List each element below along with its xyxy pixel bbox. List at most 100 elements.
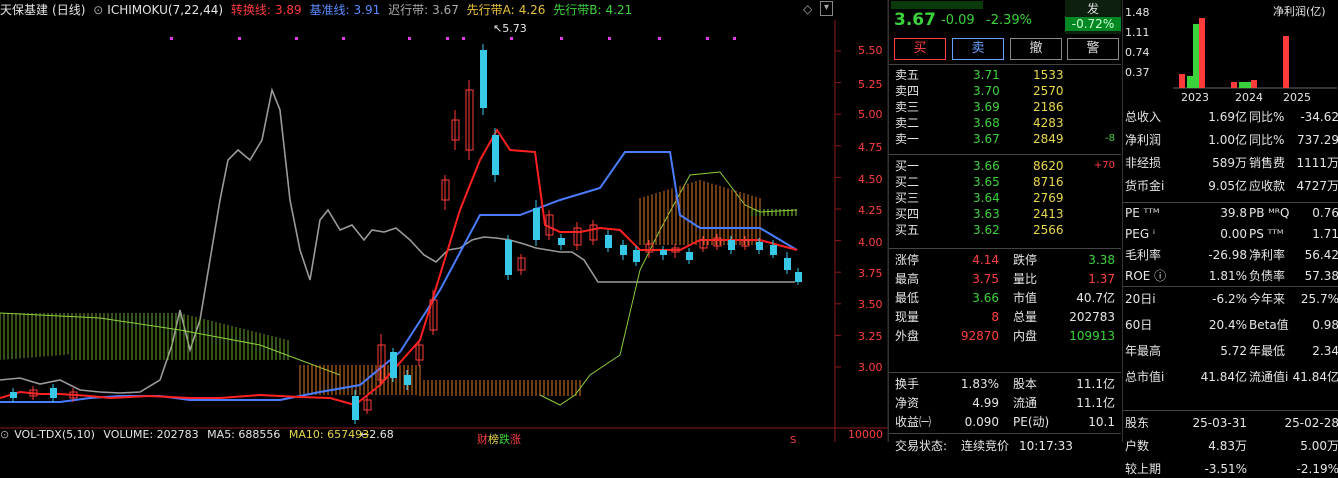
current-price: 3.67	[894, 10, 936, 30]
kline-chart-panel[interactable]: 天保基建 (日线) ⊙ ICHIMOKU(7,22,44) 转换线: 3.89 基准线…	[0, 0, 888, 446]
fundamental-row[interactable]: 60日 20.4% Beta值 0.98	[1123, 316, 1338, 334]
order-book-row[interactable]: 买四 3.63 2413	[889, 206, 1121, 222]
trade-status-label: 交易状态:	[895, 439, 948, 453]
stat-value: 8	[991, 310, 999, 324]
marker-dot	[170, 37, 173, 40]
stat-row: 最高 3.75 量比 1.37	[889, 271, 1121, 287]
stat-value: 3.66	[972, 291, 999, 305]
stat-label: 净资	[895, 396, 920, 410]
level-label: 买三	[895, 191, 920, 205]
fundamentals-panel: 1.48 1.11 0.74 0.37 净利润(亿) 2023 2024 2025 总收入 1.…	[1122, 0, 1338, 476]
cancel-button[interactable]: 撤	[1010, 38, 1062, 60]
level-volume: 2570	[1033, 84, 1064, 98]
stat-value: 0.090	[964, 415, 999, 429]
alert-button[interactable]: 警	[1067, 38, 1119, 60]
buy-button[interactable]: 买	[894, 38, 946, 60]
stat-row: 净资 4.99 流通 11.1亿	[889, 395, 1121, 411]
fundamental-row[interactable]: 户数 4.83万 5.00万	[1123, 437, 1338, 455]
fund-value: 56.42	[1304, 248, 1338, 262]
fund-value: 20.4%	[1208, 318, 1247, 332]
order-book-row[interactable]: 卖二 3.68 4283	[889, 115, 1121, 131]
fundamental-row[interactable]: ROE ⓘ 1.81% 负债率 57.38	[1123, 267, 1338, 285]
level-volume: 8716	[1033, 175, 1064, 189]
fund-value: 25.7%	[1300, 292, 1338, 306]
volume-toggle-icon[interactable]: ⊙	[0, 428, 9, 441]
level-volume: 8620	[1033, 159, 1064, 173]
stat-value: 10.1	[1088, 415, 1115, 429]
sell-button[interactable]: 卖	[952, 38, 1004, 60]
fundamental-row[interactable]: 股东 25-03-31 25-02-28	[1123, 414, 1338, 432]
fin-axis-label: 0.74	[1125, 46, 1150, 59]
net-profit-chart[interactable]: 1.48 1.11 0.74 0.37 净利润(亿) 2023 2024 2025	[1123, 0, 1338, 104]
event-tag[interactable]: 财	[477, 433, 488, 446]
level-volume: 4283	[1033, 116, 1064, 130]
fundamental-row[interactable]: 20日i -6.2% 今年来 25.7%	[1123, 290, 1338, 308]
event-tag[interactable]: 榜	[488, 433, 499, 446]
fin-axis-label: 0.37	[1125, 66, 1150, 79]
event-tag[interactable]: 跌	[499, 433, 510, 446]
level-volume: 2413	[1033, 207, 1064, 221]
fund-value: -26.98	[1208, 248, 1247, 262]
volume-indicator[interactable]: VOL-TDX(5,10)	[14, 428, 95, 441]
order-book-row[interactable]: 卖四 3.70 2570	[889, 83, 1121, 99]
fundamental-row[interactable]: 净利润 1.00亿 同比% 737.29	[1123, 131, 1338, 149]
divider	[1123, 286, 1338, 287]
level-label: 买四	[895, 207, 920, 221]
fund-label: 净利润	[1125, 133, 1162, 147]
candle-body	[795, 272, 802, 282]
fund-label: 年最低	[1249, 344, 1286, 358]
fin-bar	[1251, 80, 1257, 88]
fund-value: 5.72	[1220, 344, 1247, 358]
fundamental-row[interactable]: 非经损 589万 销售费 1111万	[1123, 154, 1338, 172]
fin-bar	[1245, 82, 1251, 88]
fund-label: 负债率	[1249, 269, 1286, 283]
order-book-row[interactable]: 买五 3.62 2566	[889, 222, 1121, 238]
volume-header: ⊙ VOL-TDX(5,10) VOLUME: 202783 MA5: 68855…	[0, 427, 374, 442]
fundamental-row[interactable]: 毛利率 -26.98 净利率 56.42	[1123, 246, 1338, 264]
event-tag[interactable]: 涨	[510, 433, 521, 446]
fund-value: -34.62	[1300, 110, 1338, 124]
ma5-value: MA5: 688556	[207, 428, 281, 441]
alert-badge[interactable]: 发 -0.72%	[1065, 0, 1121, 34]
fundamental-row[interactable]: PEG ⁱ 0.00 PS ᵀᵀᴹ 1.71	[1123, 225, 1338, 243]
fund-value: -6.2%	[1212, 292, 1247, 306]
fund-value: 9.05亿	[1208, 179, 1247, 193]
candle-body	[533, 208, 540, 240]
fund-value: 1.69亿	[1208, 110, 1247, 124]
fundamental-row[interactable]: PE ᵀᵀᴹ 39.8 PB ᴹᴿQ 0.76	[1123, 204, 1338, 222]
fund-label: 净利率	[1249, 248, 1286, 262]
level-price: 3.67	[973, 132, 1000, 146]
fundamental-row[interactable]: 总收入 1.69亿 同比% -34.62	[1123, 108, 1338, 126]
stat-value: 40.7亿	[1076, 291, 1115, 305]
fin-bar	[1239, 82, 1245, 88]
fund-value: 1111万	[1296, 156, 1338, 170]
fundamental-row[interactable]: 年最高 5.72 年最低 2.34	[1123, 342, 1338, 360]
fund-label: 应收款	[1249, 179, 1286, 193]
level-label: 卖四	[895, 84, 920, 98]
stat-value: 1.37	[1088, 272, 1115, 286]
stat-value: 109913	[1069, 329, 1115, 343]
fin-year-label: 2024	[1235, 91, 1263, 104]
order-book-row[interactable]: 卖一 3.67 2849 -8	[889, 131, 1121, 147]
level-label: 卖一	[895, 132, 920, 146]
fundamental-row[interactable]: 总市值i 41.84亿 流通值i 41.84亿	[1123, 368, 1338, 386]
stat-row: 收益㈠ 0.090 PE(动) 10.1	[889, 414, 1121, 430]
order-book-row[interactable]: 买一 3.66 8620 +70	[889, 158, 1121, 174]
fundamental-row[interactable]: 较上期 -3.51% -2.19%	[1123, 460, 1338, 478]
order-book-row[interactable]: 卖五 3.71 1533	[889, 67, 1121, 83]
level-price: 3.64	[973, 191, 1000, 205]
candle-body	[10, 392, 17, 398]
level-label: 买二	[895, 175, 920, 189]
divider	[1123, 202, 1338, 203]
order-book-row[interactable]: 买三 3.64 2769	[889, 190, 1121, 206]
level-volume: 2769	[1033, 191, 1064, 205]
marker-dot	[238, 37, 241, 40]
order-book-row[interactable]: 卖三 3.69 2186	[889, 99, 1121, 115]
stat-label: 流通	[1013, 396, 1038, 410]
candle-body	[558, 238, 565, 245]
fundamental-row[interactable]: 货币金i 9.05亿 应收款 4727万	[1123, 177, 1338, 195]
level-delta: -8	[1105, 133, 1115, 144]
order-book-row[interactable]: 买二 3.65 8716	[889, 174, 1121, 190]
fund-value: 2.34	[1312, 344, 1338, 358]
fund-label: 同比%	[1249, 133, 1285, 147]
